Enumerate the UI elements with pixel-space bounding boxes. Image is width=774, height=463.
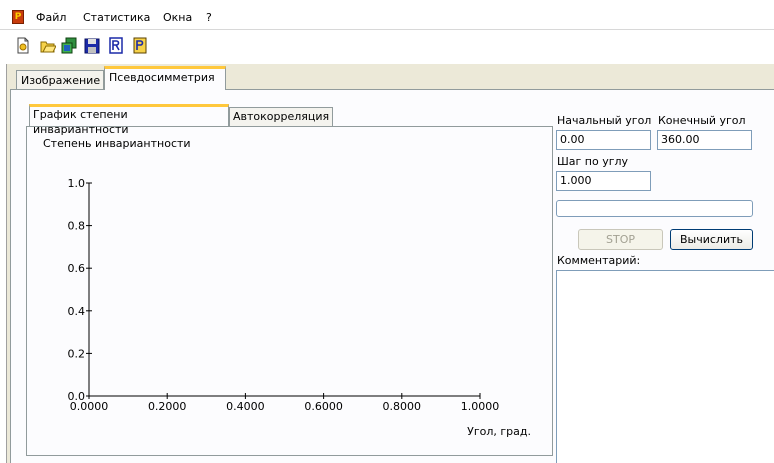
x-axis-label: Угол, град. — [467, 425, 531, 438]
comment-label: Комментарий: — [557, 254, 641, 267]
y-tick-label: 0.8 — [68, 220, 86, 233]
x-tick-label: 0.2000 — [148, 400, 187, 413]
save-icon[interactable] — [84, 37, 100, 54]
start-angle-field[interactable]: 0.00 — [556, 130, 651, 150]
end-angle-label: Конечный угол — [658, 114, 746, 127]
x-tick-label: 1.0000 — [461, 400, 500, 413]
invariance-chart: 0.00.20.40.60.81.0 0.0000 0.2000 0.4000 0.6… — [68, 177, 532, 438]
menu-help[interactable]: ? — [206, 11, 212, 24]
report-icon[interactable] — [108, 37, 124, 54]
open-folder-icon[interactable] — [40, 37, 56, 54]
end-angle-field[interactable]: 360.00 — [657, 130, 752, 150]
copy-images-icon[interactable] — [61, 37, 77, 54]
start-angle-label: Начальный угол — [557, 114, 652, 127]
compute-button[interactable]: Вычислить — [670, 229, 753, 250]
menu-statistics[interactable]: Статистика — [83, 11, 150, 24]
new-document-icon[interactable] — [15, 37, 31, 54]
menu-bar: P Файл Статистика Окна ? — [0, 0, 774, 30]
tab-pseudosymmetry[interactable]: Псевдосимметрия — [104, 66, 226, 90]
tab-autocorrelation[interactable]: Автокорреляция — [229, 107, 333, 127]
y-tick-label: 0.2 — [68, 347, 86, 360]
angle-step-label: Шаг по углу — [557, 155, 629, 168]
toolbar — [0, 30, 774, 64]
menu-file[interactable]: Файл — [36, 11, 66, 24]
x-tick-label: 0.0000 — [70, 400, 109, 413]
y-tick-label: 0.6 — [68, 262, 86, 275]
stop-button[interactable]: STOP — [578, 229, 663, 250]
angle-step-field[interactable]: 1.000 — [556, 171, 651, 191]
export-icon[interactable] — [132, 37, 148, 54]
app-icon[interactable]: P — [12, 10, 24, 24]
progress-bar — [556, 200, 753, 217]
y-tick-label: 0.4 — [68, 305, 86, 318]
x-tick-label: 0.6000 — [304, 400, 343, 413]
y-tick-label: 1.0 — [68, 177, 86, 190]
menu-windows[interactable]: Окна — [163, 11, 192, 24]
x-tick-label: 0.4000 — [226, 400, 265, 413]
x-tick-label: 0.8000 — [383, 400, 422, 413]
tab-invariance-graph[interactable]: График степени инвариантности — [29, 104, 229, 136]
comment-field[interactable] — [556, 270, 774, 463]
